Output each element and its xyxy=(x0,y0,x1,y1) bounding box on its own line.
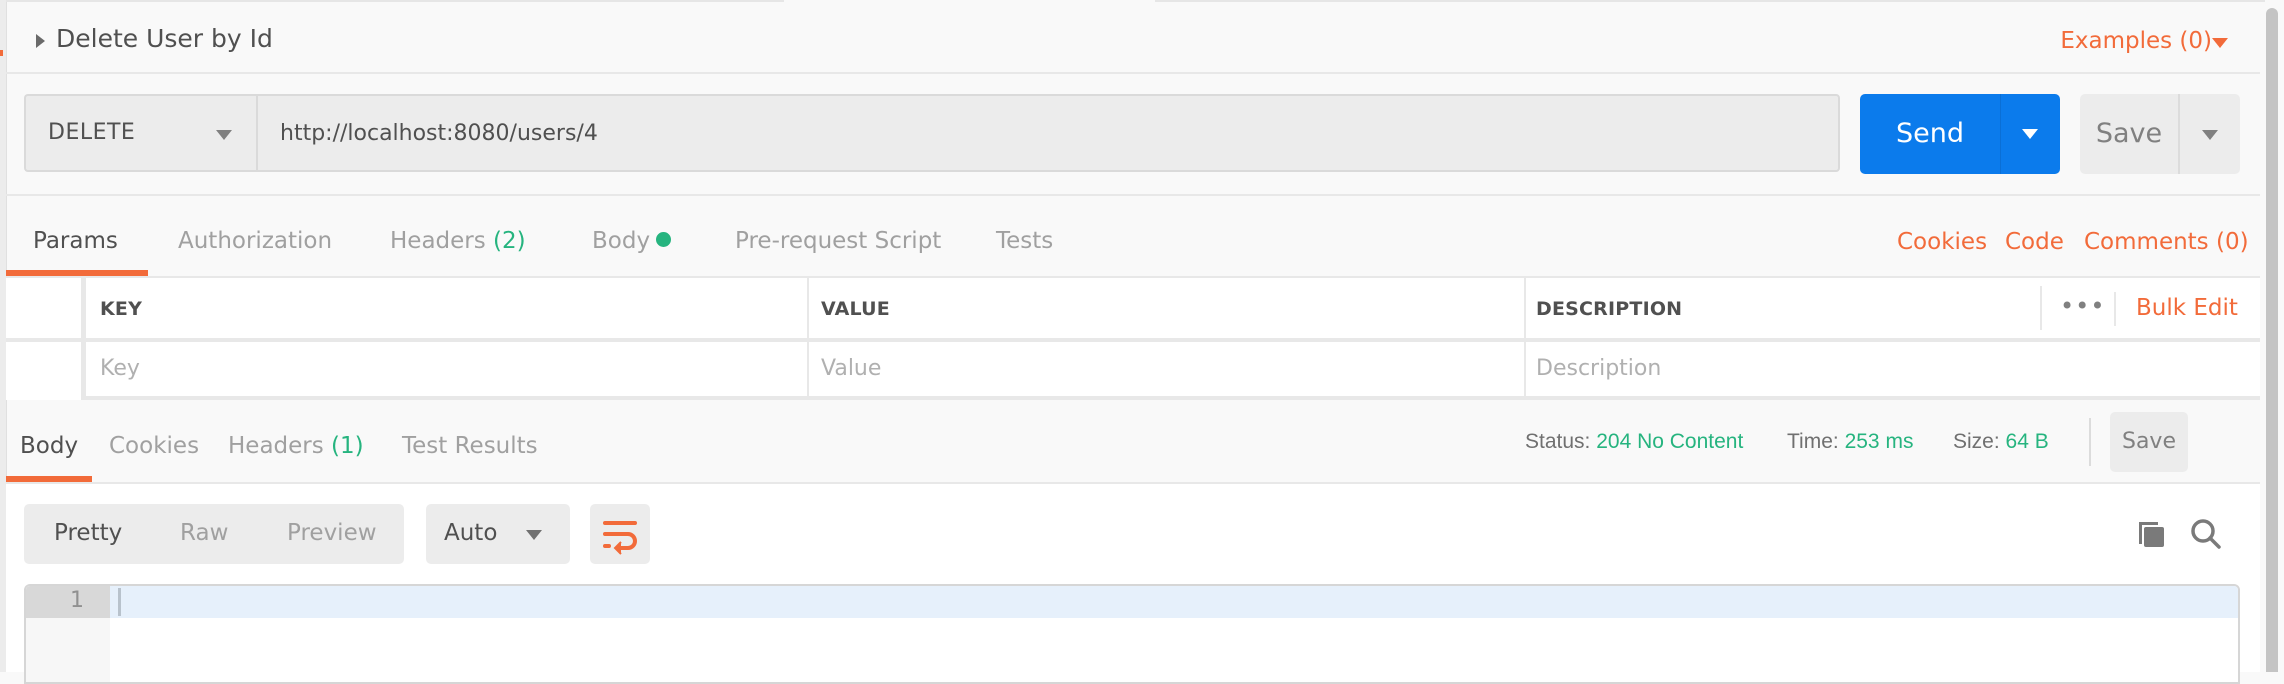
code-link[interactable]: Code xyxy=(2005,229,2064,255)
value-header: VALUE xyxy=(821,298,890,320)
row-checkbox-cell[interactable] xyxy=(6,342,81,400)
tab-tests[interactable]: Tests xyxy=(996,228,1053,254)
tab-body[interactable]: Body xyxy=(592,228,672,254)
divider xyxy=(2040,286,2042,330)
column-header-description: DESCRIPTION ••• Bulk Edit xyxy=(1526,278,2260,338)
response-time: Time: 253 ms xyxy=(1787,430,1913,454)
status-value: 204 No Content xyxy=(1596,430,1744,453)
headers-count: (2) xyxy=(493,228,526,254)
bulk-edit-link[interactable]: Bulk Edit xyxy=(2136,295,2238,321)
row-checkbox-cell xyxy=(6,278,81,338)
value-placeholder: Value xyxy=(821,356,882,381)
comments-link[interactable]: Comments (0) xyxy=(2084,229,2249,255)
vertical-scrollbar[interactable] xyxy=(2266,8,2278,672)
time-label: Time: xyxy=(1787,430,1839,453)
chevron-down-icon[interactable] xyxy=(526,530,542,540)
active-line-highlight xyxy=(110,586,2238,618)
copy-icon[interactable] xyxy=(2134,516,2170,552)
method-label[interactable]: DELETE xyxy=(48,120,135,145)
body-indicator-dot-icon xyxy=(656,232,672,247)
sidebar-active-marker xyxy=(0,50,3,56)
value-input[interactable]: Value xyxy=(809,342,1524,396)
save-response-button[interactable]: Save xyxy=(2110,412,2188,472)
description-header: DESCRIPTION xyxy=(1536,298,1683,320)
send-button[interactable]: Send xyxy=(1860,94,2000,174)
send-options-button[interactable] xyxy=(2000,94,2060,174)
url-input[interactable] xyxy=(256,94,1840,172)
format-label[interactable]: Auto xyxy=(444,520,497,546)
tab-label: Headers xyxy=(390,228,486,254)
text-cursor xyxy=(118,588,121,616)
size-value: 64 B xyxy=(2005,430,2049,453)
description-input[interactable]: Description xyxy=(1526,342,2260,396)
expand-caret-icon[interactable] xyxy=(36,34,45,48)
search-icon[interactable] xyxy=(2188,516,2224,552)
chevron-down-icon[interactable] xyxy=(216,130,232,140)
chevron-down-icon xyxy=(2202,130,2218,140)
response-tab-cookies[interactable]: Cookies xyxy=(109,433,199,459)
time-value: 253 ms xyxy=(1844,430,1914,453)
chevron-down-icon[interactable] xyxy=(2212,38,2228,48)
params-table: KEY VALUE DESCRIPTION ••• Bulk Edit Key … xyxy=(6,276,2260,400)
response-tab-test-results[interactable]: Test Results xyxy=(402,433,538,459)
key-placeholder: Key xyxy=(100,356,140,381)
tab-label: Body xyxy=(592,228,651,254)
column-header-value: VALUE xyxy=(809,278,1524,338)
view-pretty[interactable]: Pretty xyxy=(54,520,122,546)
response-tab-body[interactable]: Body xyxy=(20,433,78,459)
examples-dropdown[interactable]: Examples (0) xyxy=(2060,28,2212,54)
headers-count: (1) xyxy=(331,433,364,459)
response-body-editor[interactable]: 1 xyxy=(24,584,2240,684)
wrap-lines-icon xyxy=(603,521,637,555)
divider xyxy=(2114,292,2116,326)
cookies-link[interactable]: Cookies xyxy=(1897,229,1987,255)
key-input[interactable]: Key xyxy=(86,342,807,396)
key-header: KEY xyxy=(100,298,143,320)
size-label: Size: xyxy=(1953,430,2000,453)
column-header-key: KEY xyxy=(86,278,807,338)
tab-label: Headers xyxy=(228,433,324,459)
description-placeholder: Description xyxy=(1536,356,1662,381)
tab-headers[interactable]: Headers (2) xyxy=(390,228,526,254)
save-options-button[interactable] xyxy=(2178,94,2240,174)
tab-authorization[interactable]: Authorization xyxy=(178,228,332,254)
view-raw[interactable]: Raw xyxy=(180,520,228,546)
response-status: Status: 204 No Content xyxy=(1525,430,1743,454)
view-preview[interactable]: Preview xyxy=(287,520,377,546)
response-tab-headers[interactable]: Headers (1) xyxy=(228,433,364,459)
request-title-bar xyxy=(6,0,2260,74)
save-button[interactable]: Save xyxy=(2080,94,2178,174)
more-options-icon[interactable]: ••• xyxy=(2060,292,2105,320)
request-name[interactable]: Delete User by Id xyxy=(56,24,273,53)
chevron-down-icon xyxy=(2022,129,2038,139)
response-size: Size: 64 B xyxy=(1953,430,2049,454)
active-tab-indicator xyxy=(6,476,92,482)
wrap-lines-button[interactable] xyxy=(590,504,650,564)
line-number: 1 xyxy=(70,588,84,613)
tab-params[interactable]: Params xyxy=(33,228,118,254)
tab-pre-request-script[interactable]: Pre-request Script xyxy=(735,228,941,254)
status-label: Status: xyxy=(1525,430,1591,453)
divider xyxy=(2089,418,2091,466)
